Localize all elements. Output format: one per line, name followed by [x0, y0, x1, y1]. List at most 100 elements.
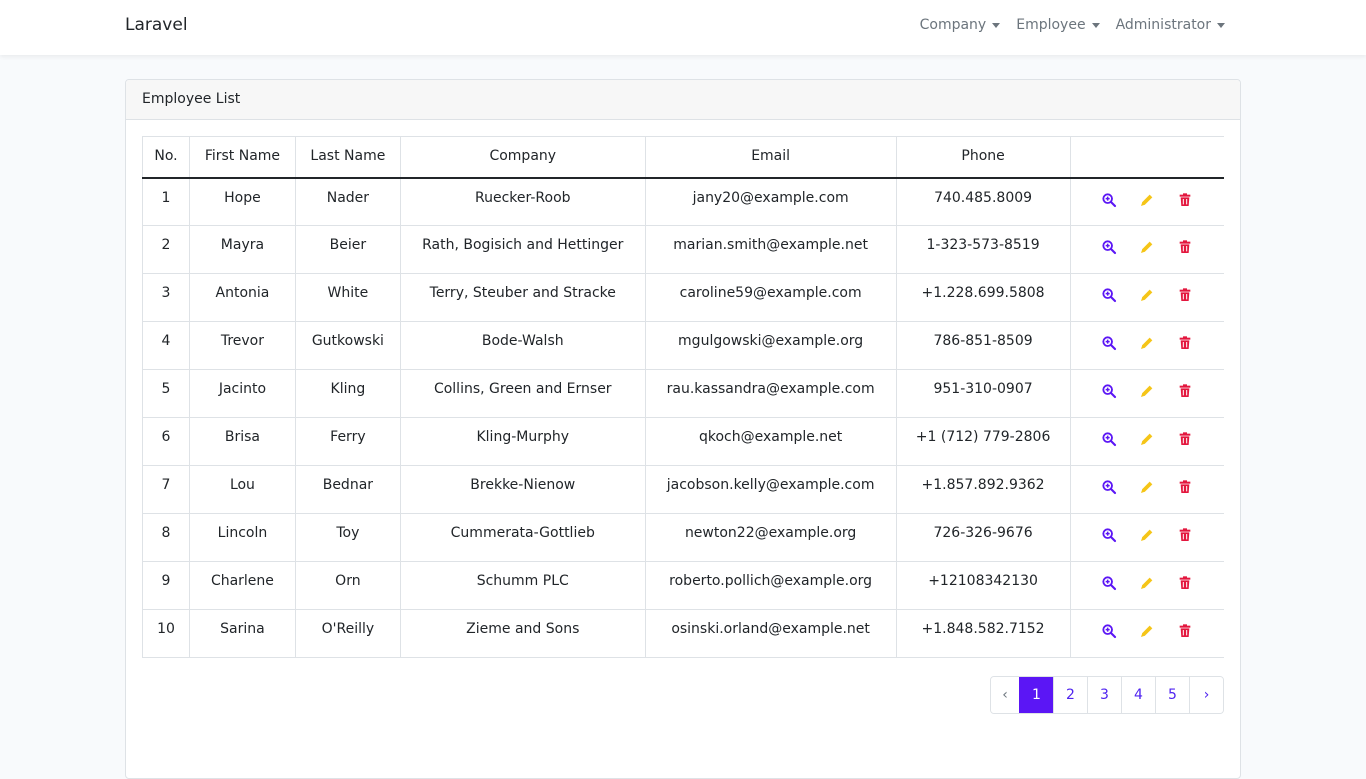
nav-administrator-label: Administrator	[1115, 17, 1211, 33]
table-row: 3 Antonia White Terry, Steuber and Stracke c…	[142, 273, 1224, 322]
cell-first-name: Charlene	[188, 561, 296, 610]
cell-first-name: Trevor	[188, 321, 296, 370]
cell-company: Cummerata-Gottlieb	[399, 513, 646, 562]
header-company: Company	[399, 136, 646, 179]
edit-button[interactable]	[1138, 527, 1156, 545]
view-button[interactable]	[1100, 527, 1118, 545]
edit-button[interactable]	[1138, 623, 1156, 641]
navbar: Laravel Company Employee Administrator	[0, 0, 1366, 55]
edit-button[interactable]	[1138, 383, 1156, 401]
cell-no: 4	[142, 321, 190, 370]
page-next-button[interactable]: ›	[1189, 677, 1223, 713]
cell-actions	[1069, 225, 1224, 274]
zoom-in-icon	[1101, 624, 1117, 643]
table-row: 8 Lincoln Toy Cummerata-Gottlieb newton22@ex…	[142, 513, 1224, 562]
delete-button[interactable]	[1176, 383, 1194, 401]
cell-actions	[1069, 609, 1224, 658]
row-actions	[1071, 285, 1224, 305]
employee-list-card: Employee List No. First Name Last Name C…	[125, 79, 1241, 779]
zoom-in-icon	[1101, 192, 1117, 212]
header-first-name: First Name	[188, 136, 296, 179]
cell-company: Collins, Green and Ernser	[399, 369, 646, 418]
trash-icon	[1177, 528, 1193, 547]
header-no: No.	[142, 136, 190, 179]
row-actions	[1071, 190, 1224, 210]
row-actions	[1071, 573, 1224, 593]
brand-link[interactable]: Laravel	[125, 15, 188, 35]
table-row: 4 Trevor Gutkowski Bode-Walsh mgulgowski@exa…	[142, 321, 1224, 370]
view-button[interactable]	[1100, 575, 1118, 593]
page-2-button[interactable]: 2	[1053, 677, 1087, 713]
nav-administrator-dropdown[interactable]: Administrator	[1108, 17, 1233, 33]
nav-employee-dropdown[interactable]: Employee	[1008, 17, 1107, 33]
edit-button[interactable]	[1138, 479, 1156, 497]
delete-button[interactable]	[1176, 479, 1194, 497]
delete-button[interactable]	[1176, 192, 1194, 210]
pencil-icon	[1139, 433, 1155, 451]
cell-first-name: Mayra	[188, 225, 296, 274]
cell-actions	[1069, 369, 1224, 418]
caret-down-icon	[1217, 22, 1225, 28]
page-3-button[interactable]: 3	[1087, 677, 1121, 713]
delete-button[interactable]	[1176, 575, 1194, 593]
view-button[interactable]	[1100, 287, 1118, 305]
table-row: 10 Sarina O'Reilly Zieme and Sons osinski.or…	[142, 609, 1224, 658]
zoom-in-icon	[1101, 480, 1117, 499]
cell-company: Terry, Steuber and Stracke	[399, 273, 646, 322]
nav-company-dropdown[interactable]: Company	[912, 17, 1009, 33]
cell-phone: +1.857.892.9362	[895, 465, 1071, 514]
trash-icon	[1177, 192, 1193, 212]
table-row: 9 Charlene Orn Schumm PLC roberto.pollich@ex…	[142, 561, 1224, 610]
edit-button[interactable]	[1138, 431, 1156, 449]
trash-icon	[1177, 240, 1193, 259]
edit-button[interactable]	[1138, 192, 1156, 210]
delete-button[interactable]	[1176, 623, 1194, 641]
table-row: 2 Mayra Beier Rath, Bogisich and Hettinger m…	[142, 225, 1224, 274]
delete-button[interactable]	[1176, 431, 1194, 449]
delete-button[interactable]	[1176, 335, 1194, 353]
pencil-icon	[1139, 289, 1155, 307]
row-actions	[1071, 429, 1224, 449]
delete-button[interactable]	[1176, 239, 1194, 257]
delete-button[interactable]	[1176, 527, 1194, 545]
edit-button[interactable]	[1138, 239, 1156, 257]
trash-icon	[1177, 336, 1193, 355]
header-last-name: Last Name	[294, 136, 401, 179]
cell-phone: +1.848.582.7152	[895, 609, 1071, 658]
cell-company: Kling-Murphy	[399, 417, 646, 466]
header-actions	[1069, 136, 1224, 179]
cell-last-name: Orn	[294, 561, 401, 610]
cell-phone: 786-851-8509	[895, 321, 1071, 370]
cell-actions	[1069, 513, 1224, 562]
view-button[interactable]	[1100, 383, 1118, 401]
pencil-icon	[1139, 194, 1155, 212]
view-button[interactable]	[1100, 192, 1118, 210]
trash-icon	[1177, 576, 1193, 595]
cell-actions	[1069, 561, 1224, 610]
page-1-button[interactable]: 1	[1019, 677, 1053, 713]
cell-first-name: Lou	[188, 465, 296, 514]
table-row: 6 Brisa Ferry Kling-Murphy qkoch@example.net…	[142, 417, 1224, 466]
view-button[interactable]	[1100, 623, 1118, 641]
page-5-button[interactable]: 5	[1155, 677, 1189, 713]
delete-button[interactable]	[1176, 287, 1194, 305]
view-button[interactable]	[1100, 239, 1118, 257]
header-phone: Phone	[895, 136, 1071, 179]
view-button[interactable]	[1100, 479, 1118, 497]
cell-email: roberto.pollich@example.org	[644, 561, 897, 610]
cell-last-name: White	[294, 273, 401, 322]
page-prev-button[interactable]: ‹	[991, 677, 1019, 713]
pencil-icon	[1139, 529, 1155, 547]
page-4-button[interactable]: 4	[1121, 677, 1155, 713]
cell-actions	[1069, 273, 1224, 322]
view-button[interactable]	[1100, 335, 1118, 353]
cell-phone: 740.485.8009	[895, 177, 1071, 226]
edit-button[interactable]	[1138, 575, 1156, 593]
view-button[interactable]	[1100, 431, 1118, 449]
cell-last-name: O'Reilly	[294, 609, 401, 658]
edit-button[interactable]	[1138, 335, 1156, 353]
pencil-icon	[1139, 577, 1155, 595]
cell-no: 8	[142, 513, 190, 562]
edit-button[interactable]	[1138, 287, 1156, 305]
pagination: ‹ 1 2 3 4 5 ›	[990, 676, 1224, 714]
